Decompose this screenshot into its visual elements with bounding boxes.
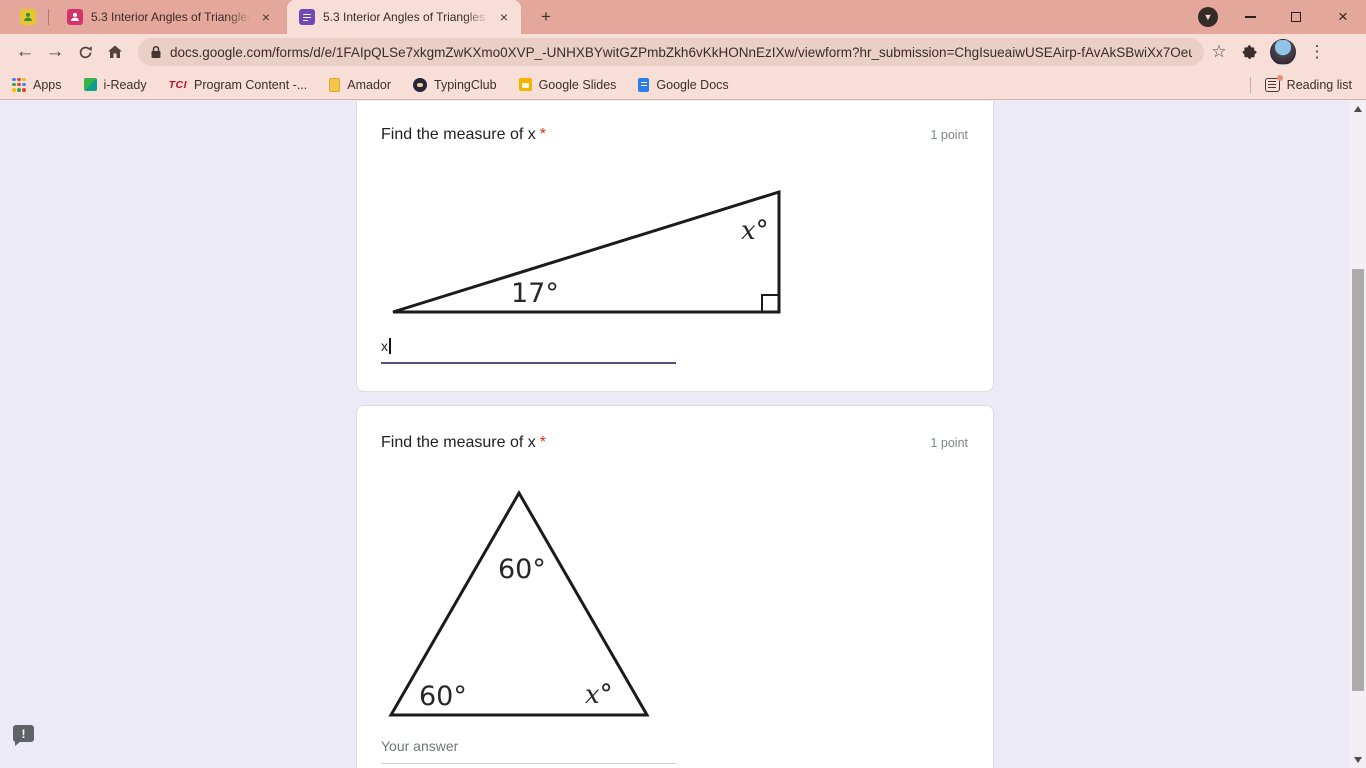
answer-input[interactable]: x <box>381 338 391 354</box>
browser-menu-button[interactable]: ⋮ <box>1302 37 1332 67</box>
reading-list-button[interactable]: Reading list <box>1287 78 1352 92</box>
scroll-up-button[interactable] <box>1349 101 1366 117</box>
chevron-down-icon: ▼ <box>1203 12 1213 22</box>
minimize-icon <box>1244 16 1256 18</box>
right-angle-mark <box>761 294 779 312</box>
tab-interior-angles-1[interactable]: 5.3 Interior Angles of Triangles P × <box>55 0 283 34</box>
equilateral-triangle-diagram: 60° 60° x° <box>388 489 650 717</box>
question-card-2: Find the measure of x * 1 point 60° 60° x… <box>356 405 994 768</box>
back-button[interactable]: ← <box>10 37 40 67</box>
angle-label-apex: 60° <box>498 554 546 585</box>
google-docs-icon <box>638 77 650 92</box>
bookmark-amador[interactable]: Amador <box>329 77 392 92</box>
restore-button[interactable] <box>1273 0 1319 34</box>
form-page: Find the measure of x * 1 point x° 17° x … <box>0 101 1366 768</box>
reload-button[interactable] <box>70 37 100 67</box>
restore-icon <box>1291 12 1301 22</box>
answer-value: x <box>381 338 388 354</box>
tab-strip: 5.3 Interior Angles of Triangles P × 5.3… <box>0 0 1366 34</box>
input-underline <box>381 763 676 764</box>
bookmark-star-button[interactable]: ☆ <box>1204 37 1234 67</box>
url-text: docs.google.com/forms/d/e/1FAIpQLSe7xkgm… <box>170 44 1192 60</box>
bookmark-label: Apps <box>33 77 62 92</box>
bookmark-label: TypingClub <box>434 77 497 92</box>
required-asterisk: * <box>539 434 546 451</box>
answer-input-placeholder[interactable]: Your answer <box>381 738 458 754</box>
bookmarks-separator <box>1249 76 1251 93</box>
reading-list-icon <box>1264 74 1283 92</box>
bookmark-label: Amador <box>347 77 392 92</box>
angle-label-17: 17° <box>511 278 559 309</box>
close-tab-icon[interactable]: × <box>257 8 275 26</box>
exclamation-icon: ! <box>21 726 26 741</box>
google-forms-icon <box>299 9 315 25</box>
profile-avatar[interactable] <box>1270 39 1296 65</box>
bookmarks-bar: Apps i-Ready TCI Program Content -... Am… <box>0 70 1366 100</box>
bookmark-program-content[interactable]: TCI Program Content -... <box>169 78 308 92</box>
minimize-button[interactable] <box>1227 0 1273 34</box>
google-slides-icon <box>518 78 532 91</box>
tab-interior-angles-2-active[interactable]: 5.3 Interior Angles of Triangles P × <box>287 0 521 34</box>
arrow-down-icon <box>1353 757 1362 763</box>
question-title: Find the measure of x * <box>381 126 546 143</box>
address-bar[interactable]: docs.google.com/forms/d/e/1FAIpQLSe7xkgm… <box>138 38 1204 66</box>
input-underline-focused <box>381 362 676 364</box>
home-button[interactable] <box>100 37 130 67</box>
bookmark-google-slides[interactable]: Google Slides <box>518 77 617 92</box>
scrollbar-thumb[interactable] <box>1352 269 1364 691</box>
bookmark-label: Program Content -... <box>194 77 308 92</box>
close-window-button[interactable]: × <box>1320 0 1366 34</box>
extensions-button[interactable] <box>1234 37 1264 67</box>
tab-search-button[interactable]: ▼ <box>1198 7 1218 27</box>
required-asterisk: * <box>539 126 546 143</box>
bookmark-label: Google Docs <box>656 77 729 92</box>
points-badge: 1 point <box>930 128 968 142</box>
bookmark-typingclub[interactable]: TypingClub <box>413 77 497 92</box>
typingclub-icon <box>413 77 428 92</box>
classroom-person-icon <box>67 9 83 25</box>
pinned-tab[interactable] <box>20 9 36 25</box>
bookmark-label: Google Slides <box>538 77 617 92</box>
browser-toolbar: ← → docs.google.com/forms/d/e/1FAIpQLSe7… <box>0 34 1366 70</box>
arrow-up-icon <box>1353 106 1362 112</box>
angle-label-bottom-left: 60° <box>419 681 467 712</box>
bookmark-i-ready[interactable]: i-Ready <box>83 77 147 92</box>
yellow-bookmark-icon <box>329 77 341 92</box>
close-tab-icon[interactable]: × <box>495 8 513 26</box>
bookmark-google-docs[interactable]: Google Docs <box>638 77 729 92</box>
report-abuse-button[interactable]: ! <box>13 725 34 746</box>
right-triangle-diagram: x° 17° <box>392 189 781 314</box>
question-card-1: Find the measure of x * 1 point x° 17° x <box>356 101 994 392</box>
scroll-down-button[interactable] <box>1349 752 1366 768</box>
puzzle-icon <box>1242 44 1256 59</box>
bookmark-apps[interactable]: Apps <box>12 77 62 92</box>
reload-icon <box>79 45 92 58</box>
tab-title: 5.3 Interior Angles of Triangles P <box>323 10 489 24</box>
browser-window: 5.3 Interior Angles of Triangles P × 5.3… <box>0 0 1366 768</box>
angle-label-bottom-right: x° <box>585 680 613 710</box>
new-tab-button[interactable]: + <box>536 7 556 27</box>
text-caret <box>389 338 391 354</box>
tci-logo-icon: TCI <box>168 78 187 91</box>
question-title: Find the measure of x * <box>381 434 546 451</box>
apps-grid-icon <box>12 77 26 92</box>
person-icon <box>24 12 32 22</box>
tab-separator <box>48 9 49 25</box>
home-icon <box>108 45 122 58</box>
bookmark-label: i-Ready <box>103 77 147 92</box>
page-scrollbar[interactable] <box>1349 101 1366 768</box>
angle-label-x: x° <box>741 216 769 246</box>
tab-title: 5.3 Interior Angles of Triangles P <box>91 10 251 24</box>
lock-icon <box>151 45 161 58</box>
forward-button[interactable]: → <box>40 37 70 67</box>
i-ready-cube-icon <box>83 78 97 91</box>
points-badge: 1 point <box>930 436 968 450</box>
